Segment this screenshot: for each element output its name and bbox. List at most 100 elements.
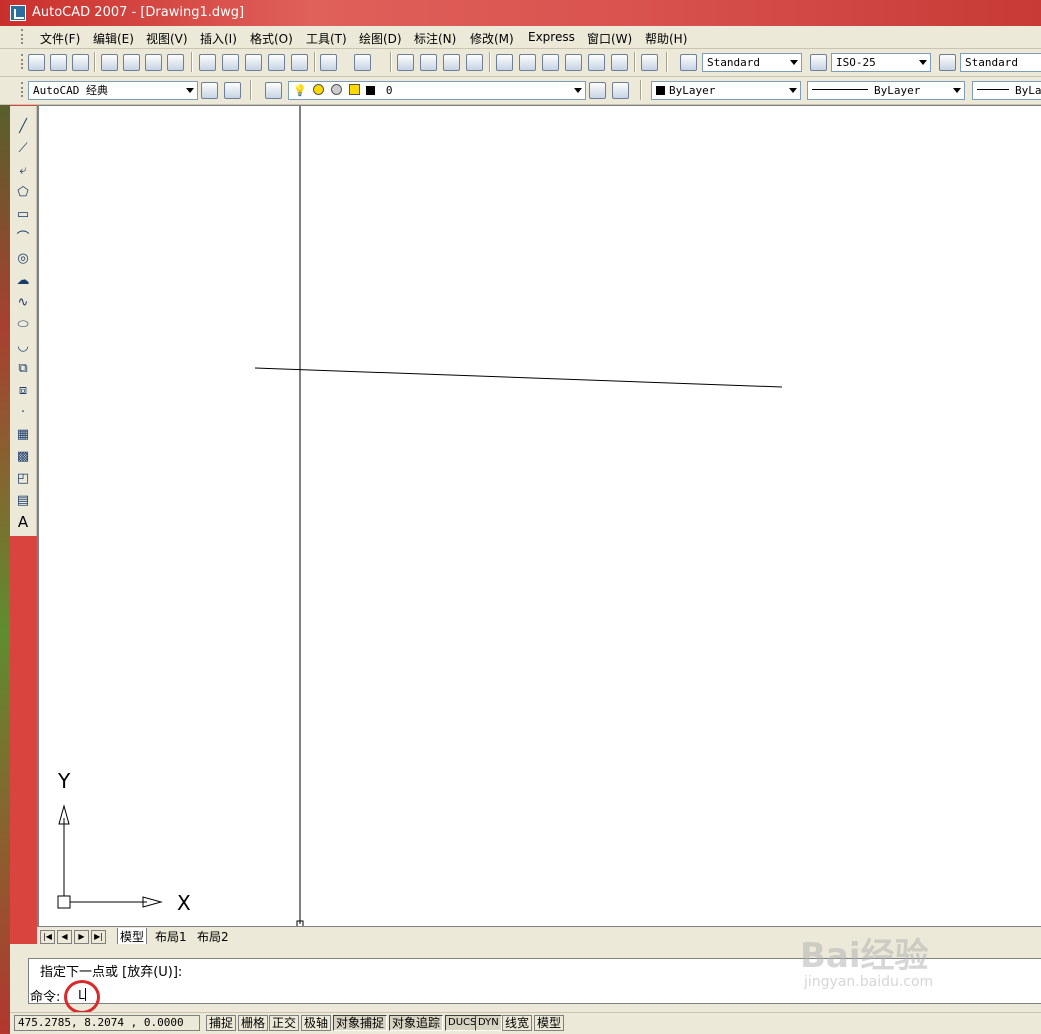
line-icon[interactable]: ╱ <box>15 118 31 134</box>
last-tab-button[interactable]: ▶| <box>91 930 106 944</box>
ucs-x-label: X <box>177 891 191 915</box>
menu-dimension[interactable]: 标注(N) <box>414 30 456 47</box>
markup-set-manager-icon[interactable] <box>588 54 605 71</box>
make-block-icon[interactable]: ⧈ <box>15 382 31 398</box>
toolbar-grip[interactable] <box>21 54 26 69</box>
coordinate-display[interactable]: 475.2785, 8.2074 , 0.0000 <box>14 1015 200 1031</box>
snap-toggle[interactable]: 捕捉 <box>206 1015 237 1031</box>
ellipse-arc-icon[interactable]: ◡ <box>15 338 31 354</box>
tool-palettes-icon[interactable] <box>542 54 559 71</box>
tab-layout2[interactable]: 布局2 <box>195 928 231 945</box>
polygon-icon[interactable]: ⬠ <box>15 184 31 200</box>
revision-cloud-icon[interactable]: ☁ <box>15 272 31 288</box>
circle-icon[interactable]: ◎ <box>15 250 31 266</box>
highlight-circle <box>64 980 100 1014</box>
construction-line-icon[interactable]: ⟋ <box>15 140 31 156</box>
lineweight-combo[interactable]: ByLa <box>972 81 1041 100</box>
sheet-set-manager-icon[interactable] <box>565 54 582 71</box>
publish-icon[interactable] <box>145 54 162 71</box>
menu-tools[interactable]: 工具(T) <box>306 30 347 47</box>
spline-icon[interactable]: ∿ <box>15 294 31 310</box>
drawing-canvas[interactable] <box>39 106 1041 926</box>
plot-preview-icon[interactable] <box>123 54 140 71</box>
menu-insert[interactable]: 插入(I) <box>200 30 237 47</box>
undo-icon[interactable] <box>320 54 337 71</box>
first-tab-button[interactable]: |◀ <box>40 930 55 944</box>
insert-block-icon[interactable]: ⧉ <box>15 360 31 376</box>
polar-toggle[interactable]: 极轴 <box>301 1015 332 1031</box>
toolbar-grip[interactable] <box>21 82 26 97</box>
save-icon[interactable] <box>72 54 89 71</box>
pan-icon[interactable] <box>397 54 414 71</box>
window-title: AutoCAD 2007 - [Drawing1.dwg] <box>32 5 245 20</box>
save-workspace-icon[interactable] <box>224 82 241 99</box>
make-object-layer-current-icon[interactable] <box>589 82 606 99</box>
menu-draw[interactable]: 绘图(D) <box>359 30 402 47</box>
gradient-icon[interactable]: ▩ <box>15 448 31 464</box>
menu-format[interactable]: 格式(O) <box>250 30 293 47</box>
menu-help[interactable]: 帮助(H) <box>645 30 687 47</box>
color-swatch <box>656 86 665 95</box>
new-icon[interactable] <box>28 54 45 71</box>
grid-toggle[interactable]: 栅格 <box>238 1015 269 1031</box>
dim-style-icon[interactable] <box>810 54 827 71</box>
layer-previous-icon[interactable] <box>612 82 629 99</box>
otrack-toggle[interactable]: 对象追踪 <box>389 1015 444 1031</box>
block-editor-icon[interactable] <box>291 54 308 71</box>
polyline-icon[interactable]: ⤶ <box>15 162 31 178</box>
layer-combo[interactable]: 💡 0 <box>288 81 586 100</box>
layer-manager-icon[interactable] <box>265 82 282 99</box>
plot-icon[interactable] <box>101 54 118 71</box>
hatch-icon[interactable]: ▦ <box>15 426 31 442</box>
table-style-combo[interactable]: Standard <box>960 53 1041 72</box>
redo-icon[interactable] <box>354 54 371 71</box>
workspace-settings-icon[interactable] <box>201 82 218 99</box>
match-properties-icon[interactable] <box>268 54 285 71</box>
zoom-window-icon[interactable] <box>443 54 460 71</box>
rectangle-icon[interactable]: ▭ <box>15 206 31 222</box>
drawing-area[interactable]: Y X <box>37 105 1041 926</box>
menu-view[interactable]: 视图(V) <box>146 30 188 47</box>
design-center-icon[interactable] <box>519 54 536 71</box>
menu-express[interactable]: Express <box>528 30 575 44</box>
previous-tab-button[interactable]: ◀ <box>57 930 72 944</box>
table-style-icon[interactable] <box>939 54 956 71</box>
ellipse-icon[interactable]: ⬭ <box>15 316 31 332</box>
color-combo[interactable]: ByLayer <box>651 81 801 100</box>
multiline-text-icon[interactable]: A <box>15 513 31 531</box>
model-toggle[interactable]: 模型 <box>534 1015 565 1031</box>
next-tab-button[interactable]: ▶ <box>74 930 89 944</box>
autocad-app-icon[interactable] <box>10 5 26 21</box>
copy-icon[interactable] <box>222 54 239 71</box>
ortho-toggle[interactable]: 正交 <box>269 1015 300 1031</box>
menu-modify[interactable]: 修改(M) <box>470 30 514 47</box>
drawn-line[interactable] <box>254 367 783 388</box>
dim-style-combo[interactable]: ISO-25 <box>831 53 931 72</box>
point-icon[interactable]: · <box>15 404 31 420</box>
open-icon[interactable] <box>50 54 67 71</box>
tab-layout1[interactable]: 布局1 <box>153 928 189 945</box>
region-icon[interactable]: ◰ <box>15 470 31 486</box>
menu-file[interactable]: 文件(F) <box>40 30 80 47</box>
toolbar-separator <box>640 80 642 100</box>
3d-dwf-icon[interactable] <box>167 54 184 71</box>
dyn-toggle[interactable]: DYN <box>475 1015 502 1031</box>
table-icon[interactable]: ▤ <box>15 492 31 508</box>
osnap-toggle[interactable]: 对象捕捉 <box>333 1015 388 1031</box>
help-icon[interactable] <box>641 54 658 71</box>
cut-icon[interactable] <box>199 54 216 71</box>
menu-edit[interactable]: 编辑(E) <box>93 30 134 47</box>
arc-icon[interactable]: ⌒ <box>15 228 31 246</box>
paste-icon[interactable] <box>245 54 262 71</box>
zoom-previous-icon[interactable] <box>466 54 483 71</box>
menu-window[interactable]: 窗口(W) <box>587 30 632 47</box>
properties-icon[interactable] <box>496 54 513 71</box>
linetype-combo[interactable]: ByLayer <box>807 81 965 100</box>
workspace-combo[interactable]: AutoCAD 经典 <box>28 81 198 100</box>
lineweight-toggle[interactable]: 线宽 <box>502 1015 533 1031</box>
zoom-realtime-icon[interactable] <box>420 54 437 71</box>
menu-grip[interactable] <box>21 29 26 44</box>
text-style-combo[interactable]: Standard <box>702 53 802 72</box>
text-style-icon[interactable] <box>680 54 697 71</box>
quickcalc-icon[interactable] <box>611 54 628 71</box>
